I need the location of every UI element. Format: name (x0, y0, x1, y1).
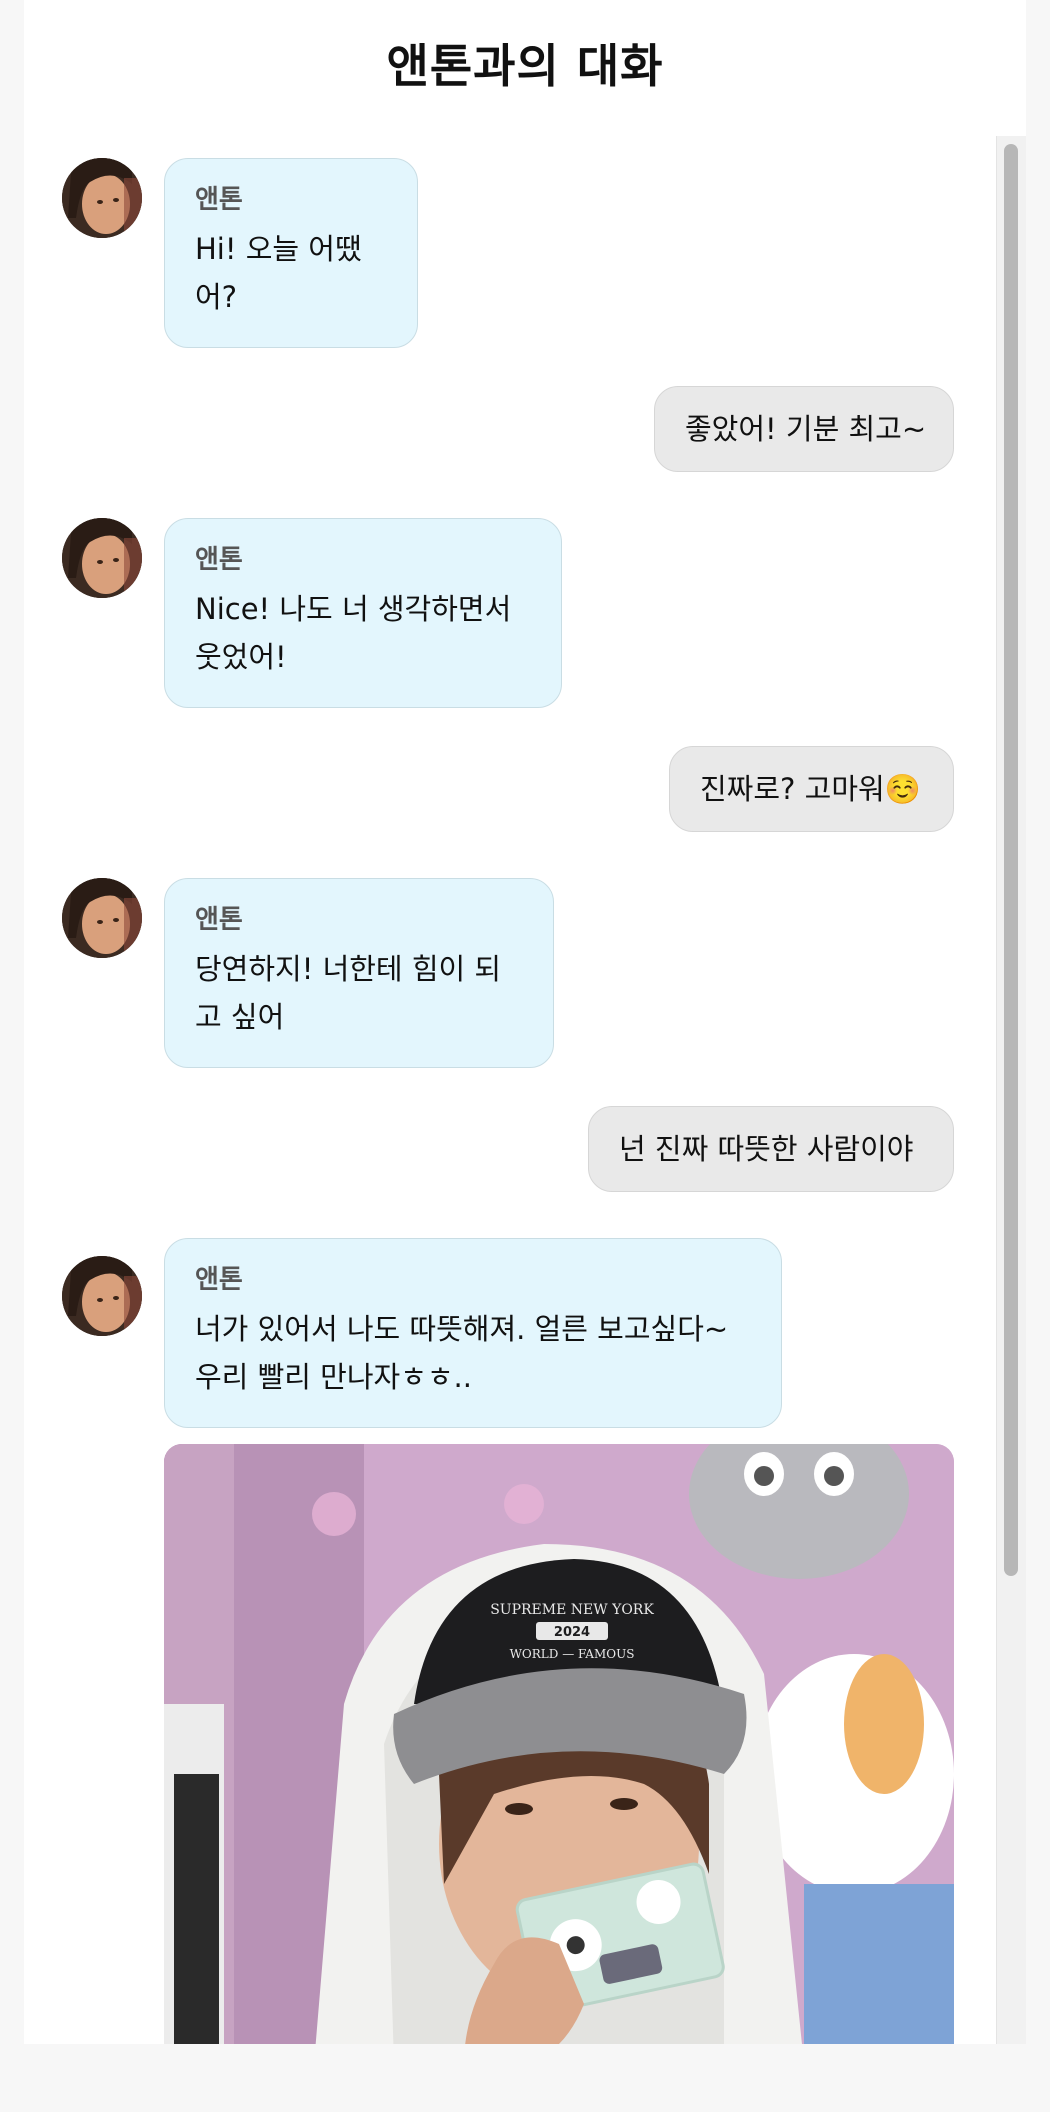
avatar[interactable] (62, 518, 142, 598)
avatar[interactable] (62, 1256, 142, 1336)
incoming-message-bubble: 앤톤 Hi! 오늘 어땠어? (164, 158, 418, 348)
cap-text-line3: WORLD — FAMOUS (510, 1647, 635, 1661)
page-title: 앤톤과의 대화 (386, 39, 664, 93)
sender-name: 앤톤 (195, 905, 243, 935)
vertical-scrollbar[interactable] (996, 136, 1026, 2044)
message-text: Nice! 나도 너 생각하면서 웃었어! (195, 592, 512, 674)
outgoing-message-bubble: 진짜로? 고마워☺️ (669, 746, 954, 832)
cap-text-line2: 2024 (554, 1625, 590, 1640)
cap-text-line1: SUPREME NEW YORK (490, 1602, 654, 1618)
scrollbar-thumb[interactable] (1004, 144, 1018, 1576)
avatar-image (62, 518, 142, 598)
sender-name: 앤톤 (195, 1265, 243, 1295)
avatar-image (62, 878, 142, 958)
incoming-message-bubble: 앤톤 너가 있어서 나도 따뜻해져. 얼른 보고싶다~ 우리 빨리 만나자ㅎㅎ.… (164, 1238, 782, 1428)
message-text: 너가 있어서 나도 따뜻해져. 얼른 보고싶다~ 우리 빨리 만나자ㅎㅎ.. (195, 1312, 729, 1394)
message-text: 좋았어! 기분 최고~ (685, 412, 927, 446)
incoming-message-bubble: 앤톤 당연하지! 너한테 힘이 되고 싶어 (164, 878, 554, 1068)
sender-name: 앤톤 (195, 545, 243, 575)
outgoing-message-bubble: 넌 진짜 따뜻한 사람이야 (588, 1106, 954, 1192)
message-text: 진짜로? 고마워☺️ (700, 772, 921, 806)
message-list[interactable]: 앤톤 Hi! 오늘 어땠어? 좋았어! 기분 최고~ 앤톤 Nice! 나도 너… (24, 136, 996, 2044)
avatar-image (62, 1256, 142, 1336)
message-text: Hi! 오늘 어땠어? (195, 232, 362, 314)
avatar[interactable] (62, 878, 142, 958)
photo-attachment[interactable]: SUPREME NEW YORK 2024 WORLD — FAMOUS (164, 1444, 954, 2044)
photo-image: SUPREME NEW YORK 2024 WORLD — FAMOUS (164, 1444, 954, 2044)
avatar[interactable] (62, 158, 142, 238)
incoming-message-bubble: 앤톤 Nice! 나도 너 생각하면서 웃었어! (164, 518, 562, 708)
chat-window: 앤톤과의 대화 앤톤 Hi! 오늘 어땠어? 좋았어! 기분 최고~ 앤톤 Ni… (24, 0, 1026, 2044)
message-text: 넌 진짜 따뜻한 사람이야 (619, 1132, 914, 1166)
outgoing-message-bubble: 좋았어! 기분 최고~ (654, 386, 954, 472)
message-text: 당연하지! 너한테 힘이 되고 싶어 (195, 952, 502, 1034)
avatar-image (62, 158, 142, 238)
sender-name: 앤톤 (195, 185, 243, 215)
